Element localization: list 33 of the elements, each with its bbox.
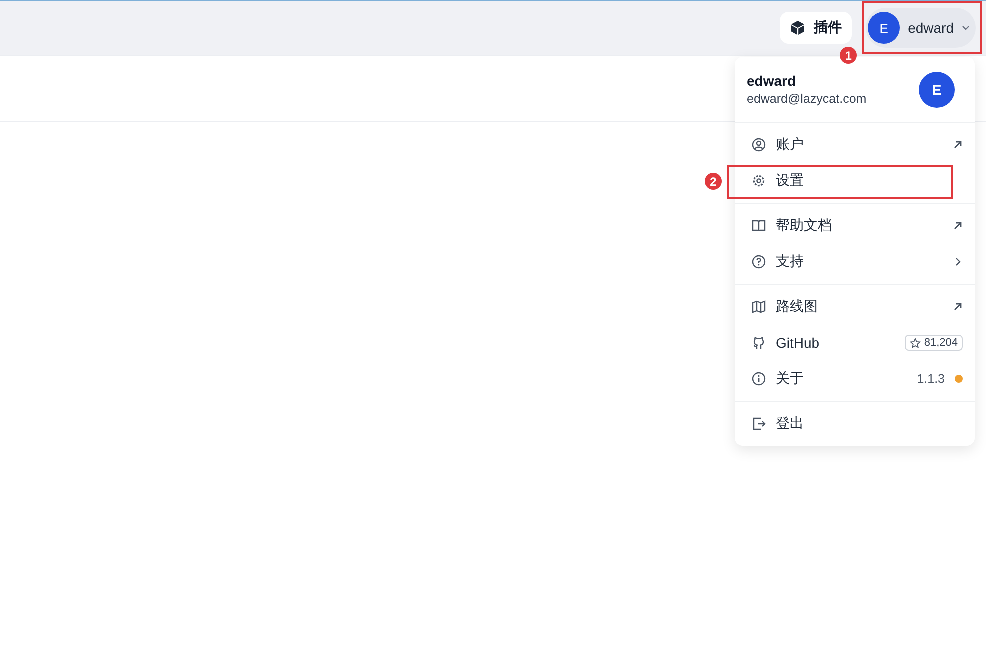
menu-item[interactable]: 设置 xyxy=(735,163,975,199)
menu-item[interactable]: 关于 1.1.3 xyxy=(735,361,975,397)
step-badge: 2 xyxy=(705,173,722,190)
user-avatar: E xyxy=(919,72,955,108)
external-link-icon xyxy=(953,302,963,312)
step-badge: 1 xyxy=(840,47,858,64)
plugins-button[interactable]: 插件 xyxy=(780,12,852,44)
cube-icon xyxy=(790,20,806,36)
star-icon xyxy=(910,338,922,348)
info-icon xyxy=(752,372,766,386)
menu-item[interactable]: 路线图 xyxy=(735,289,975,325)
menu-item[interactable]: GitHub 81,204 xyxy=(735,325,975,361)
settings-icon xyxy=(752,174,766,188)
user-name: edward xyxy=(747,73,798,89)
menu-item[interactable]: 账户 xyxy=(735,127,975,163)
chevron-right-icon xyxy=(953,257,963,267)
user-avatar: E xyxy=(868,12,900,44)
chevron-down-icon xyxy=(962,25,970,31)
menu-item[interactable]: 支持 xyxy=(735,244,975,280)
menu-item[interactable]: 帮助文档 xyxy=(735,208,975,244)
user-icon xyxy=(752,138,766,152)
help-icon xyxy=(752,255,766,269)
logout-icon xyxy=(752,417,766,431)
user-email: edward@lazycat.com xyxy=(747,92,867,106)
book-icon xyxy=(752,219,766,233)
external-link-icon xyxy=(953,221,963,231)
menu-item[interactable]: 登出 xyxy=(735,406,975,442)
star-count: 81,204 xyxy=(924,337,958,349)
version-number: 1.1.3 xyxy=(917,372,945,386)
external-link-icon xyxy=(953,140,963,150)
github-icon xyxy=(752,336,766,350)
user-menu-button[interactable]: E edward xyxy=(866,8,976,48)
map-icon xyxy=(752,300,766,314)
